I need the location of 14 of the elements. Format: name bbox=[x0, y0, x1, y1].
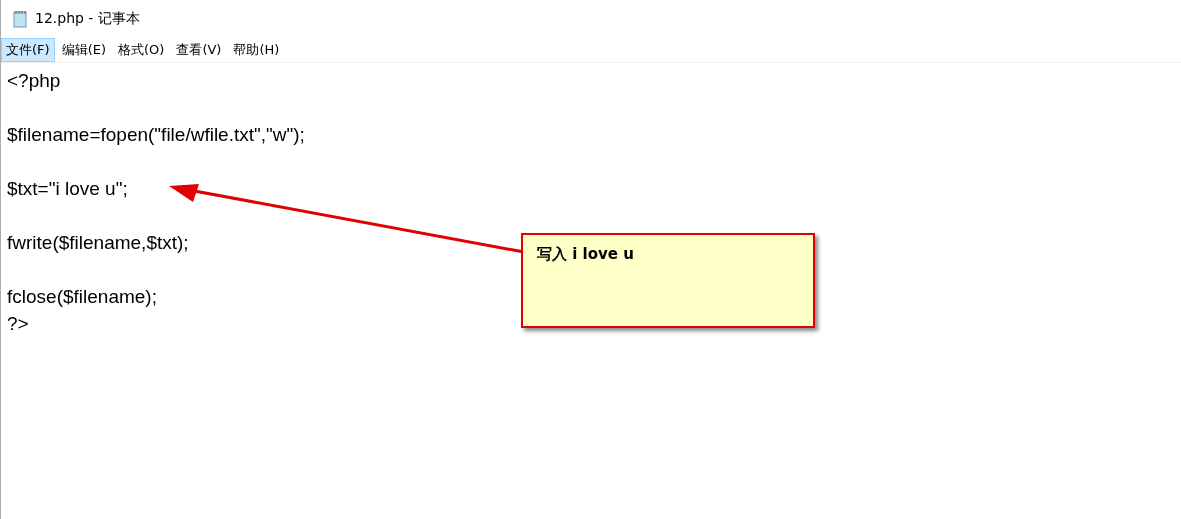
window-title: 12.php - 记事本 bbox=[35, 10, 140, 28]
code-line: fwrite($filename,$txt); bbox=[7, 232, 189, 253]
menu-item[interactable]: 编辑(E) bbox=[56, 38, 111, 62]
code-line: ?> bbox=[7, 313, 29, 334]
code-line: $filename=fopen("file/wfile.txt","w"); bbox=[7, 124, 305, 145]
menu-item[interactable]: 文件(F) bbox=[1, 38, 55, 62]
code-line: fclose($filename); bbox=[7, 286, 157, 307]
notepad-icon bbox=[13, 10, 27, 28]
menu-item[interactable]: 查看(V) bbox=[171, 38, 227, 62]
menu-item[interactable]: 格式(O) bbox=[113, 38, 170, 62]
menu-item[interactable]: 帮助(H) bbox=[228, 38, 285, 62]
callout-note: 写入 i love u bbox=[521, 233, 815, 328]
code-line: $txt="i love u"; bbox=[7, 178, 128, 199]
code-line: <?php bbox=[7, 70, 61, 91]
